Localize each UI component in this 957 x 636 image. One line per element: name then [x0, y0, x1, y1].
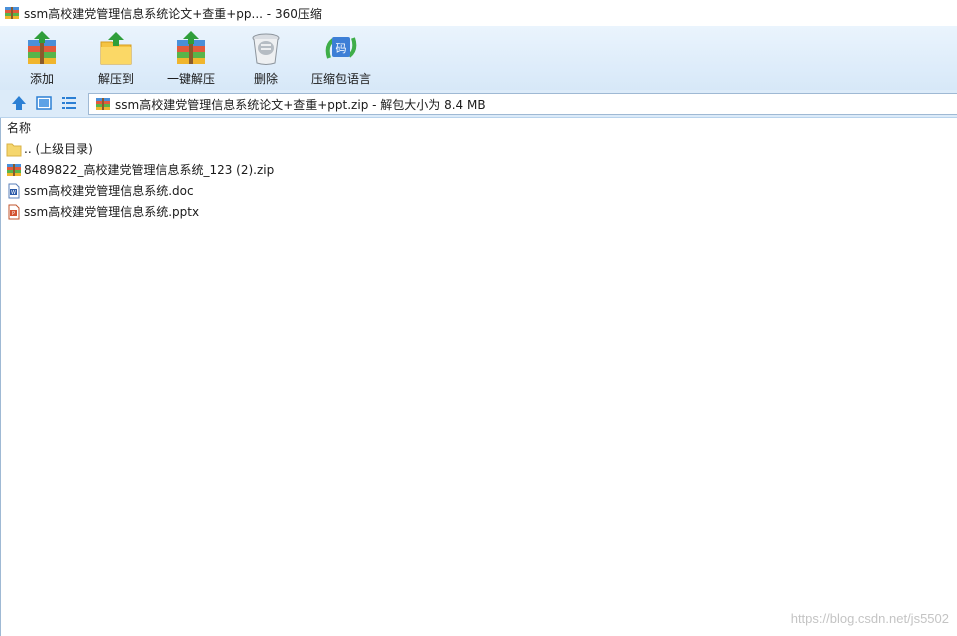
- list-item[interactable]: .. (上级目录): [1, 138, 957, 159]
- one-click-extract-button[interactable]: 一键解压: [166, 30, 216, 87]
- word-doc-icon: W: [8, 183, 20, 198]
- app-window: ssm高校建党管理信息系统论文+查重+pp... - 360压缩 添加 解压到: [0, 0, 957, 636]
- title-bar: ssm高校建党管理信息系统论文+查重+pp... - 360压缩: [0, 0, 957, 26]
- delete-trash-icon: [252, 33, 280, 65]
- add-label: 添加: [29, 72, 54, 86]
- add-archive-icon: [28, 31, 56, 64]
- delete-button[interactable]: 删除: [246, 30, 286, 87]
- file-name: ssm高校建党管理信息系统.doc: [24, 184, 194, 198]
- extract-to-label: 解压到: [97, 72, 134, 86]
- file-name: .. (上级目录): [24, 142, 93, 156]
- zip-archive-icon: [7, 163, 21, 176]
- list-item[interactable]: 8489822_高校建党管理信息系统_123 (2).zip: [1, 159, 957, 180]
- address-path: ssm高校建党管理信息系统论文+查重+ppt.zip - 解包大小为 8.4 M…: [115, 97, 486, 112]
- file-list: 名称 .. (上级目录) 8489822_高校建党管理信息系统_123 (2).…: [0, 118, 957, 636]
- app-logo-icon: [5, 7, 19, 19]
- main-toolbar: 添加 解压到 一键解压 删除 码 压缩包语言: [0, 26, 957, 90]
- one-click-extract-label: 一键解压: [166, 72, 215, 86]
- list-item[interactable]: W ssm高校建党管理信息系统.doc: [1, 180, 957, 201]
- svg-text:码: 码: [336, 42, 347, 55]
- extract-to-button[interactable]: 解压到: [96, 30, 136, 87]
- file-name: ssm高校建党管理信息系统.pptx: [24, 205, 200, 219]
- zip-archive-icon: [96, 98, 110, 110]
- navigation-bar: ssm高校建党管理信息系统论文+查重+ppt.zip - 解包大小为 8.4 M…: [0, 90, 957, 118]
- column-header-name[interactable]: 名称: [1, 118, 957, 138]
- window-title: ssm高校建党管理信息系统论文+查重+pp... - 360压缩: [24, 6, 322, 21]
- folder-up-icon: [6, 143, 22, 156]
- extract-to-icon: [100, 32, 132, 65]
- list-item[interactable]: P ssm高校建党管理信息系统.pptx: [1, 201, 957, 222]
- large-icon-view-icon[interactable]: [35, 94, 53, 112]
- powerpoint-icon: P: [8, 204, 20, 219]
- archive-language-label: 压缩包语言: [310, 72, 371, 86]
- list-view-icon[interactable]: [60, 94, 78, 112]
- svg-text:P: P: [12, 211, 15, 217]
- archive-language-icon: 码: [325, 37, 357, 59]
- address-bar[interactable]: ssm高校建党管理信息系统论文+查重+ppt.zip - 解包大小为 8.4 M…: [88, 93, 957, 115]
- svg-text:W: W: [11, 190, 16, 196]
- delete-label: 删除: [253, 72, 278, 86]
- up-level-icon[interactable]: [10, 94, 28, 112]
- add-button[interactable]: 添加: [22, 30, 62, 87]
- file-name: 8489822_高校建党管理信息系统_123 (2).zip: [24, 163, 275, 177]
- watermark-text: https://blog.csdn.net/js5502: [790, 611, 949, 626]
- archive-language-button[interactable]: 码 压缩包语言: [308, 30, 374, 87]
- one-click-extract-icon: [177, 31, 205, 64]
